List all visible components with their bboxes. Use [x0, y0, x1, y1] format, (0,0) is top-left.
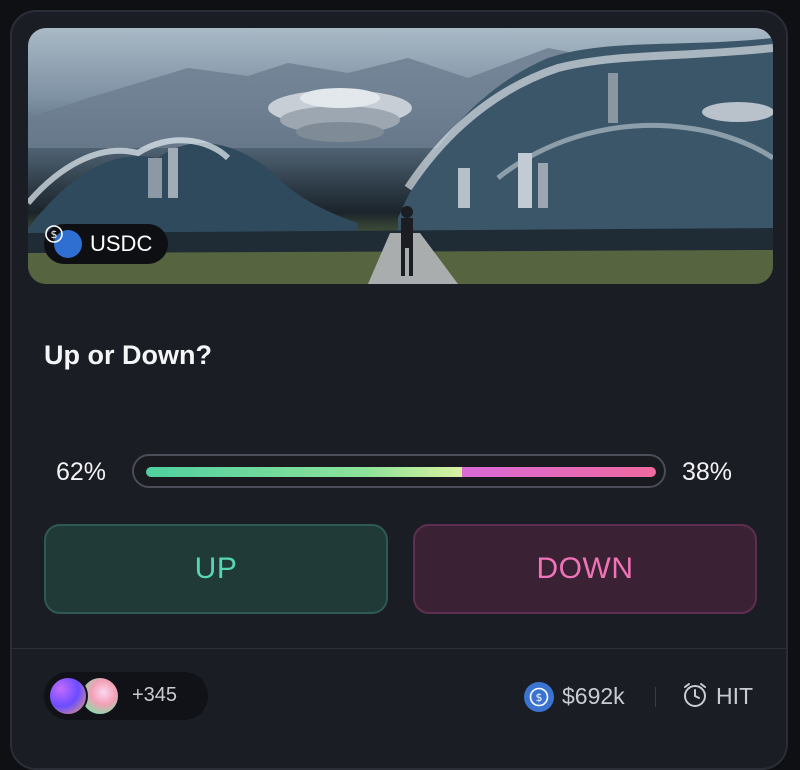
market-card[interactable]: $ USDC Up or Down? 62% 38% UP DOWN +345 …: [10, 10, 788, 770]
down-percentage: 38%: [682, 458, 733, 486]
up-percentage: 62%: [56, 458, 107, 486]
status-label: HIT: [716, 683, 754, 709]
token-label: USDC: [90, 231, 153, 256]
svg-text:$: $: [536, 691, 543, 704]
participants-pill[interactable]: +345: [44, 672, 208, 720]
usdc-icon: $: [45, 225, 82, 258]
usdc-icon: $: [524, 682, 554, 712]
hero-image: $ USDC: [28, 28, 773, 284]
up-button[interactable]: UP: [44, 524, 388, 614]
down-button[interactable]: DOWN: [413, 524, 757, 614]
footer-separator: [655, 687, 656, 707]
alarm-clock-icon: [684, 683, 706, 707]
participants-count: +345: [132, 684, 178, 706]
footer-divider: [12, 648, 786, 649]
probability-bar: [132, 454, 666, 488]
svg-text:$: $: [51, 228, 58, 241]
market-question: Up or Down?: [44, 340, 212, 370]
token-chip: $ USDC: [44, 224, 169, 264]
avatar: [48, 676, 88, 716]
volume-value: $692k: [562, 683, 625, 709]
up-probability-fill: [146, 467, 463, 477]
down-probability-fill: [462, 467, 656, 477]
